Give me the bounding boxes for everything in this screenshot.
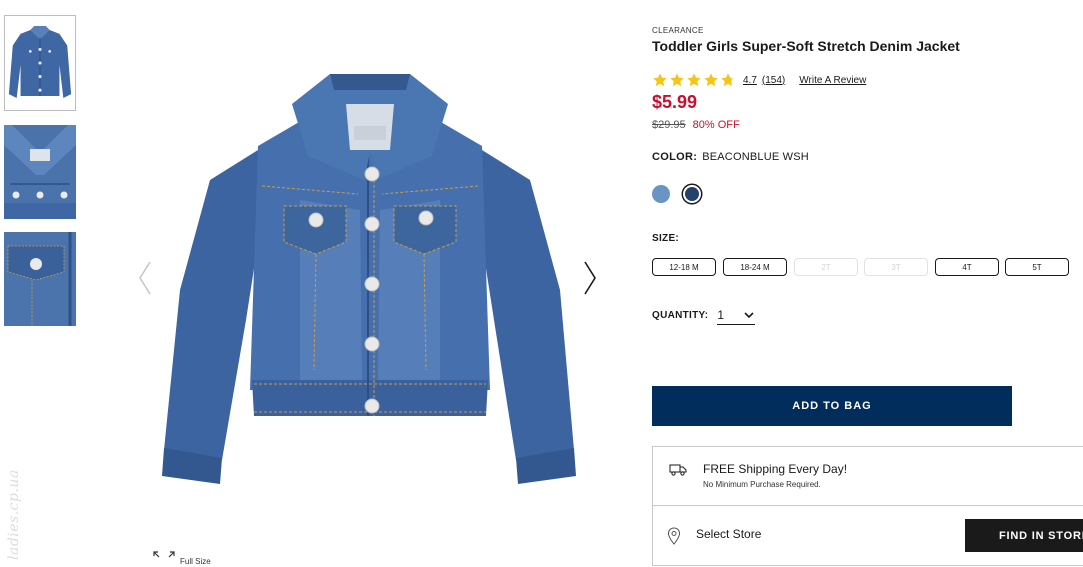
- color-row: COLOR: BEACONBLUE WSH: [652, 151, 809, 163]
- color-value: BEACONBLUE WSH: [702, 151, 809, 163]
- jacket-collar-thumbnail-image: [4, 125, 76, 219]
- fulfillment-box: FREE Shipping Every Day! No Minimum Purc…: [652, 446, 1083, 566]
- thumbnail-3[interactable]: [4, 232, 76, 326]
- watermark-text: ladies.cp.ua: [6, 469, 22, 560]
- discount-label: 80% OFF: [692, 119, 740, 131]
- product-info-panel: CLEARANCE Toddler Girls Super-Soft Stret…: [652, 0, 1083, 566]
- shipping-subtitle: No Minimum Purchase Required.: [703, 480, 821, 489]
- quantity-select[interactable]: 1: [717, 306, 756, 325]
- thumbnail-1[interactable]: [4, 15, 76, 111]
- size-options: 12-18 M 18-24 M 2T 3T 4T 5T: [652, 258, 1072, 278]
- quantity-row: QUANTITY: 1: [652, 306, 756, 325]
- size-option-3t: 3T: [864, 258, 928, 276]
- quantity-value: 1: [717, 308, 725, 322]
- color-label: COLOR:: [652, 151, 698, 163]
- sale-price: $5.99: [652, 92, 698, 112]
- shipping-title: FREE Shipping Every Day!: [703, 462, 848, 476]
- size-option-12-18m[interactable]: 12-18 M: [652, 258, 716, 276]
- next-image-arrow-icon[interactable]: [580, 258, 600, 298]
- product-title: Toddler Girls Super-Soft Stretch Denim J…: [652, 38, 960, 54]
- full-size-label: Full Size: [180, 557, 211, 566]
- size-option-18-24m[interactable]: 18-24 M: [723, 258, 787, 276]
- size-label: SIZE:: [652, 233, 680, 244]
- shipping-row: FREE Shipping Every Day! No Minimum Purc…: [653, 447, 1083, 506]
- star-icon: [704, 73, 718, 87]
- truck-icon: [669, 464, 687, 476]
- thumbnail-2[interactable]: [4, 125, 76, 219]
- clearance-label: CLEARANCE: [652, 26, 704, 35]
- jacket-pocket-thumbnail-image: [4, 232, 76, 326]
- full-size-button[interactable]: Full Size: [152, 549, 211, 566]
- star-icon: [653, 73, 667, 87]
- rating-row: 4.7 (154) Write A Review: [652, 72, 866, 88]
- rating-value[interactable]: 4.7: [743, 75, 757, 86]
- quantity-label: QUANTITY:: [652, 310, 709, 321]
- price-details: $29.95 80% OFF: [652, 119, 740, 131]
- color-swatch-light-blue[interactable]: [652, 185, 670, 203]
- write-review-link[interactable]: Write A Review: [799, 75, 866, 86]
- size-option-2t: 2T: [794, 258, 858, 276]
- find-in-store-button[interactable]: FIND IN STORE: [965, 519, 1083, 552]
- star-rating[interactable]: [652, 72, 737, 88]
- color-swatch-navy-selected[interactable]: [683, 185, 701, 203]
- select-store-link[interactable]: Select Store: [696, 527, 761, 541]
- review-count[interactable]: (154): [762, 75, 785, 86]
- size-option-4t[interactable]: 4T: [935, 258, 999, 276]
- add-to-bag-button[interactable]: ADD TO BAG: [652, 386, 1012, 426]
- location-pin-icon: [667, 527, 681, 545]
- store-row: Select Store FIND IN STORE: [653, 505, 1083, 567]
- size-option-5t[interactable]: 5T: [1005, 258, 1069, 276]
- expand-icon: [153, 550, 175, 557]
- chevron-down-icon: [744, 311, 754, 318]
- jacket-thumbnail-image: [8, 26, 72, 99]
- main-product-image[interactable]: [150, 60, 590, 500]
- star-icon: [670, 73, 684, 87]
- original-price: $29.95: [652, 119, 686, 131]
- star-icon: [721, 73, 735, 87]
- star-icon: [687, 73, 701, 87]
